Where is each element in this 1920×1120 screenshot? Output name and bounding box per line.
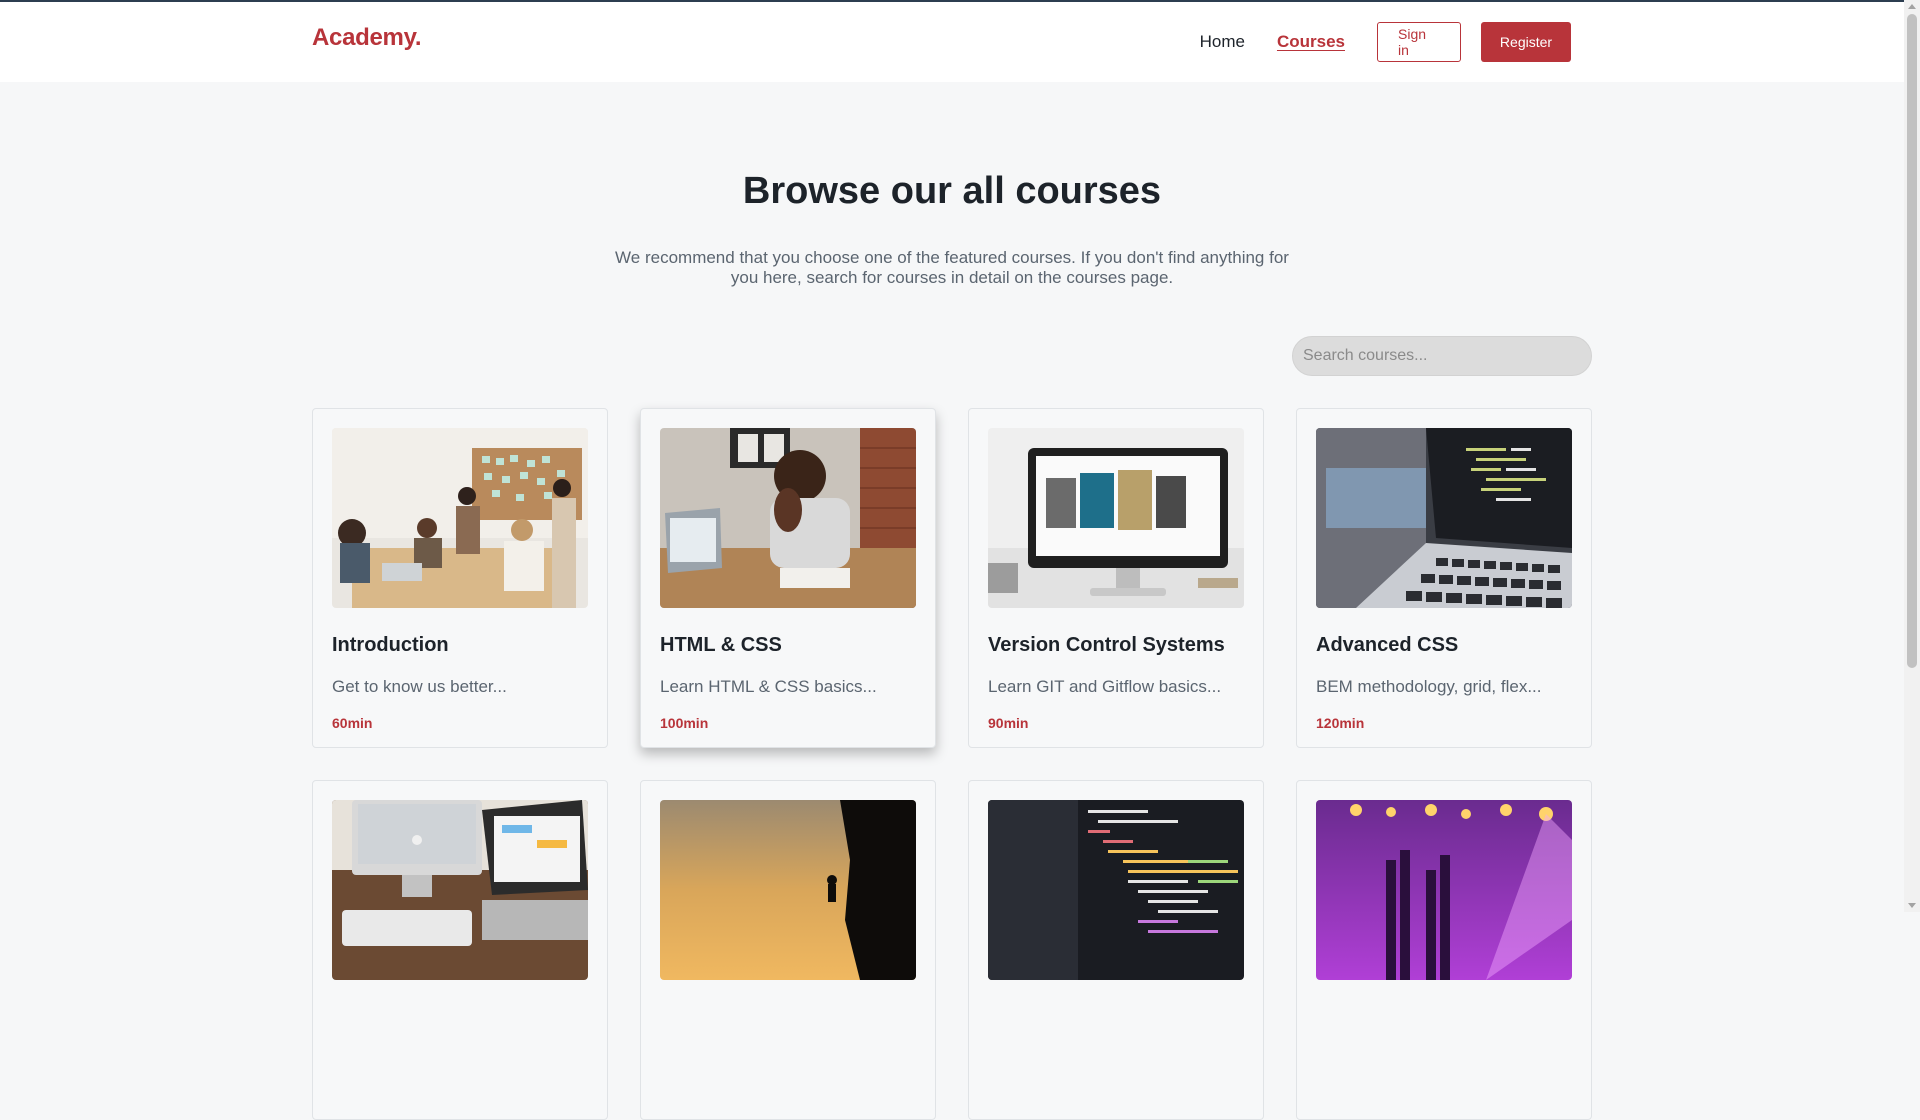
register-button[interactable]: Register bbox=[1481, 22, 1571, 62]
sign-in-button[interactable]: Sign in bbox=[1377, 22, 1461, 62]
nav-home-link[interactable]: Home bbox=[1200, 32, 1245, 52]
course-duration: 120min bbox=[1316, 715, 1365, 731]
course-title: HTML & CSS bbox=[660, 634, 782, 656]
logo-text: Academy bbox=[312, 24, 415, 51]
course-description: Learn HTML & CSS basics... bbox=[660, 677, 877, 696]
course-thumbnail bbox=[1316, 428, 1572, 608]
nav-courses-link[interactable]: Courses bbox=[1277, 32, 1345, 52]
course-duration: 60min bbox=[332, 715, 373, 731]
logo-dot: . bbox=[414, 24, 422, 51]
course-card[interactable] bbox=[640, 780, 936, 1120]
course-duration: 90min bbox=[988, 715, 1029, 731]
scrollbar-thumb[interactable] bbox=[1907, 14, 1917, 668]
course-card[interactable] bbox=[968, 780, 1264, 1120]
scroll-down-icon[interactable] bbox=[1908, 903, 1916, 908]
page-title: Browse our all courses bbox=[742, 170, 1162, 212]
course-description: Learn GIT and Gitflow basics... bbox=[988, 677, 1222, 696]
course-thumbnail bbox=[988, 800, 1244, 980]
course-thumbnail bbox=[332, 800, 588, 980]
course-thumbnail bbox=[988, 428, 1244, 608]
course-title: Advanced CSS bbox=[1316, 634, 1459, 656]
course-title: Introduction bbox=[332, 634, 449, 656]
logo[interactable]: Academy. bbox=[312, 24, 422, 52]
site-header: Academy. Home Courses Sign in Register bbox=[0, 2, 1904, 82]
course-card[interactable]: Version Control Systems Learn GIT and Gi… bbox=[968, 408, 1264, 748]
course-card[interactable]: HTML & CSS Learn HTML & CSS basics... 10… bbox=[640, 408, 936, 748]
page-scrollbar[interactable] bbox=[1904, 0, 1920, 912]
course-card[interactable] bbox=[312, 780, 608, 1120]
search-input[interactable] bbox=[1292, 336, 1592, 376]
course-description: Get to know us better... bbox=[332, 677, 507, 696]
course-thumbnail bbox=[1316, 800, 1572, 980]
course-thumbnail bbox=[660, 428, 916, 608]
scroll-up-icon[interactable] bbox=[1908, 4, 1916, 9]
course-thumbnail bbox=[660, 800, 916, 980]
course-card[interactable] bbox=[1296, 780, 1592, 1120]
course-grid: Introduction Get to know us better... 60… bbox=[312, 408, 1592, 1120]
course-title: Version Control Systems bbox=[988, 634, 1225, 656]
course-duration: 100min bbox=[660, 715, 709, 731]
course-card[interactable]: Introduction Get to know us better... 60… bbox=[312, 408, 608, 748]
main-nav: Home Courses Sign in Register bbox=[1200, 22, 1571, 62]
course-description: BEM methodology, grid, flex... bbox=[1316, 677, 1542, 696]
course-thumbnail bbox=[332, 428, 588, 608]
page-subtitle: We recommend that you choose one of the … bbox=[615, 248, 1289, 287]
course-card[interactable]: Advanced CSS BEM methodology, grid, flex… bbox=[1296, 408, 1592, 748]
